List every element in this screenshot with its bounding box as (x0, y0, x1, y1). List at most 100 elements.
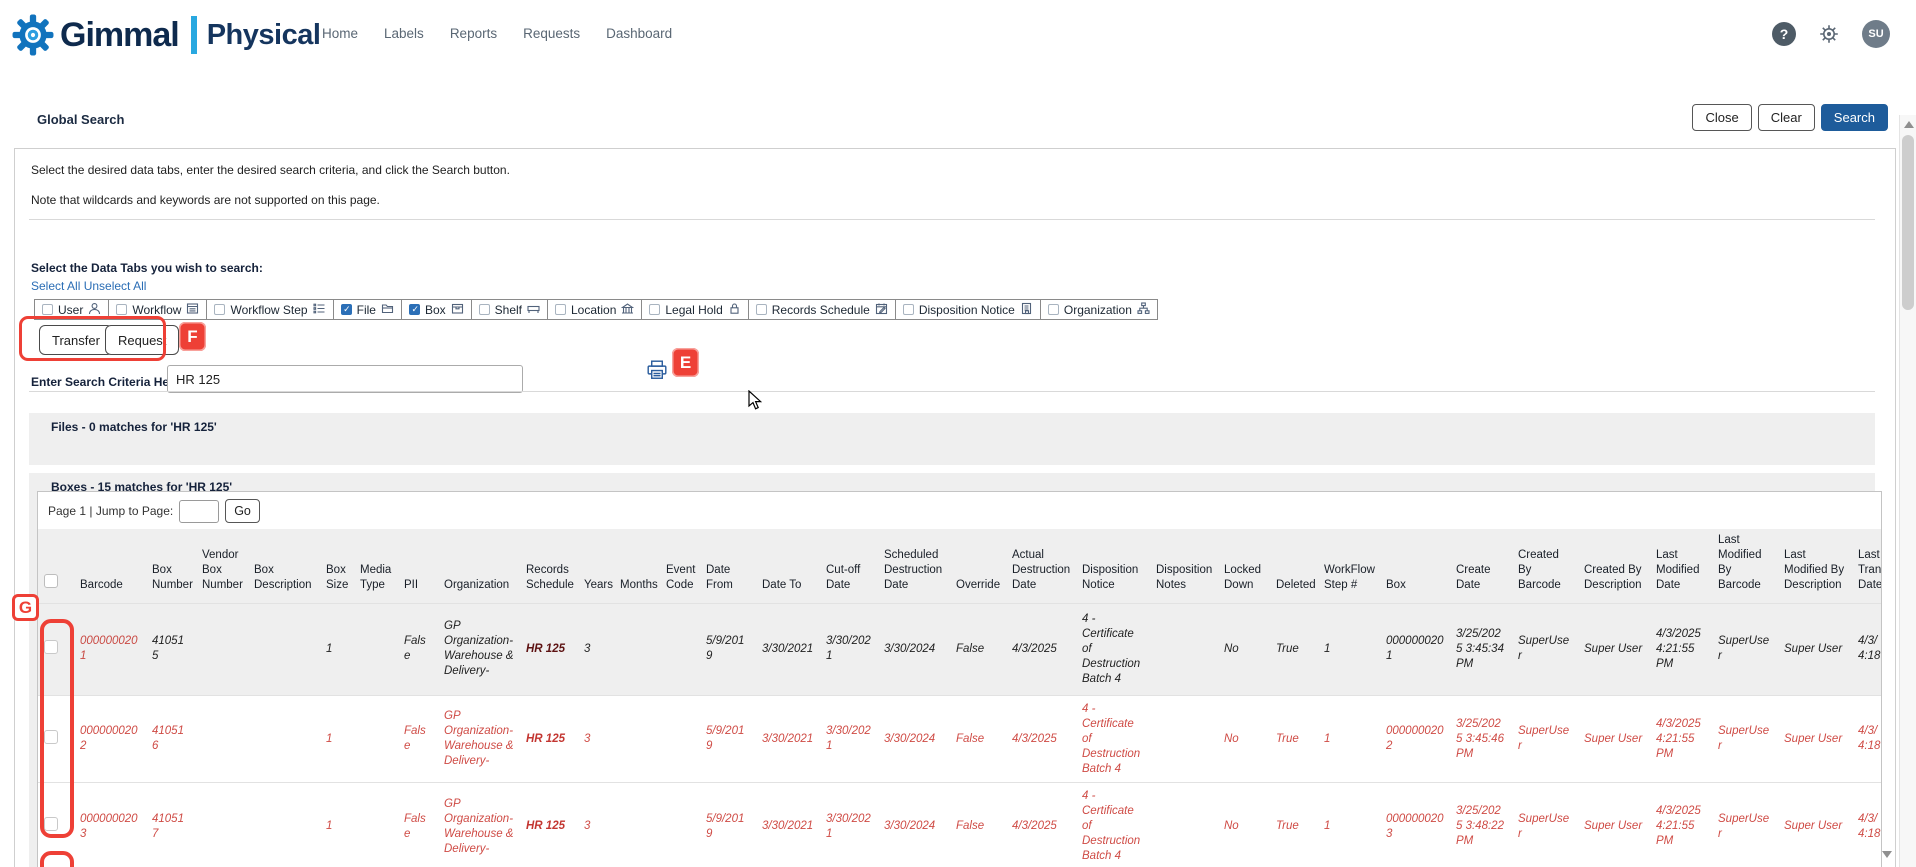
checkbox[interactable] (409, 304, 420, 315)
column-header: Box (1380, 529, 1450, 603)
column-header: Deleted (1270, 529, 1318, 603)
table-cell: 1 (1318, 695, 1380, 783)
table-row: 00000002034105171FalseGP Organization-Wa… (38, 783, 1882, 867)
legal-hold-icon (728, 302, 741, 318)
table-cell: 1 (320, 603, 354, 695)
table-cell (660, 603, 700, 695)
column-header: Last Modified Date (1650, 529, 1712, 603)
checkbox[interactable] (214, 304, 225, 315)
checkbox[interactable] (42, 304, 53, 315)
table-cell: 1 (1318, 603, 1380, 695)
print-icon[interactable] (646, 359, 668, 381)
scrollbar-thumb[interactable] (1902, 135, 1914, 310)
column-header: Months (614, 529, 660, 603)
select-all-checkbox[interactable] (44, 574, 58, 588)
table-cell: True (1270, 783, 1318, 867)
table-cell: Super User (1578, 783, 1650, 867)
data-tab-shelf[interactable]: Shelf (471, 299, 548, 320)
column-header: Barcode (74, 529, 146, 603)
nav-item-home[interactable]: Home (322, 26, 358, 41)
table-cell (196, 695, 248, 783)
column-header: Vendor Box Number (196, 529, 248, 603)
brand: Gimmal Physical (12, 14, 320, 56)
vertical-scrollbar[interactable] (1899, 115, 1916, 867)
table-cell: 410515 (146, 603, 196, 695)
checkbox[interactable] (649, 304, 660, 315)
help-icon[interactable]: ? (1772, 22, 1796, 46)
select-all-header (38, 529, 74, 603)
user-avatar[interactable]: SU (1862, 20, 1890, 48)
checkbox[interactable] (116, 304, 127, 315)
app-header: Gimmal Physical Home Labels Reports Request… (0, 0, 1916, 70)
table-cell: No (1218, 783, 1270, 867)
records-schedule-cell: HR 125 (520, 783, 578, 867)
jump-to-page-input[interactable] (179, 500, 219, 523)
nav-item-reports[interactable]: Reports (450, 26, 497, 41)
checkbox[interactable] (479, 304, 490, 315)
data-tab-file[interactable]: File (333, 299, 402, 320)
data-tab-disposition-notice[interactable]: Disposition Notice (895, 299, 1041, 320)
search-criteria-label: Enter Search Criteria Here: (31, 375, 184, 389)
instruction-line-1: Select the desired data tabs, enter the … (31, 163, 510, 177)
inner-scrollbar-down-arrow-icon[interactable] (1882, 851, 1892, 858)
nav-item-dashboard[interactable]: Dashboard (606, 26, 672, 41)
settings-gear-icon[interactable] (1818, 23, 1840, 45)
boxes-results-table: BarcodeBox NumberVendor Box NumberBox De… (38, 529, 1882, 867)
nav-item-requests[interactable]: Requests (523, 26, 580, 41)
clear-button[interactable]: Clear (1758, 104, 1815, 131)
table-cell (196, 783, 248, 867)
data-tab-label: Legal Hold (665, 303, 722, 317)
data-tab-legal-hold[interactable]: Legal Hold (641, 299, 748, 320)
checkbox[interactable] (756, 304, 767, 315)
table-cell (660, 783, 700, 867)
scrollbar-up-arrow-icon[interactable] (1904, 121, 1914, 128)
search-button[interactable]: Search (1821, 104, 1888, 131)
table-cell (248, 603, 320, 695)
table-cell: Super User (1578, 695, 1650, 783)
data-tab-label: Box (425, 303, 446, 317)
unselect-all-link[interactable]: Unselect All (84, 279, 147, 293)
table-cell: SuperUser (1712, 783, 1778, 867)
checkbox[interactable] (903, 304, 914, 315)
data-tab-records-schedule[interactable]: Records Schedule (748, 299, 896, 320)
search-criteria-input[interactable] (167, 365, 523, 393)
data-tab-organization[interactable]: Organization (1040, 299, 1158, 320)
table-cell: 0000000203 (1380, 783, 1450, 867)
column-header: Records Schedule (520, 529, 578, 603)
annotation-box-row-checkboxes-clipped (40, 851, 74, 867)
table-cell: SuperUser (1712, 603, 1778, 695)
table-row: 00000002014105151FalseGP Organization-Wa… (38, 603, 1882, 695)
go-button[interactable]: Go (225, 499, 260, 523)
box-icon (451, 302, 464, 318)
data-tab-workflow-step[interactable]: Workflow Step (206, 299, 333, 320)
data-tab-location[interactable]: Location (547, 299, 642, 320)
table-cell: GP Organization-Warehouse & Delivery- (438, 695, 520, 783)
data-tab-strip: UserWorkflowWorkflow StepFileBoxShelfLoc… (35, 299, 1158, 320)
instruction-line-2: Note that wildcards and keywords are not… (31, 193, 380, 207)
workflow-step-icon (313, 302, 326, 318)
table-cell: 3/30/2024 (878, 603, 950, 695)
table-cell (354, 783, 398, 867)
table-cell: 5/9/2019 (700, 695, 756, 783)
location-icon (621, 302, 634, 318)
table-cell: 4/3/ 4:18 (1852, 603, 1882, 695)
table-cell: 4 - Certificate of Destruction Batch 4 (1076, 695, 1150, 783)
column-header: Box Description (248, 529, 320, 603)
records-schedule-icon (875, 302, 888, 318)
barcode-link[interactable]: 0000000202 (74, 695, 146, 783)
barcode-link[interactable]: 0000000203 (74, 783, 146, 867)
table-cell (248, 783, 320, 867)
data-tab-label: Workflow (132, 303, 181, 317)
close-button[interactable]: Close (1692, 104, 1751, 131)
checkbox[interactable] (341, 304, 352, 315)
checkbox[interactable] (1048, 304, 1059, 315)
annotation-letter-e: E (672, 348, 699, 377)
table-cell: 3 (578, 783, 614, 867)
data-tab-box[interactable]: Box (401, 299, 472, 320)
barcode-link[interactable]: 0000000201 (74, 603, 146, 695)
column-header: Disposition Notes (1150, 529, 1218, 603)
nav-item-labels[interactable]: Labels (384, 26, 424, 41)
checkbox[interactable] (555, 304, 566, 315)
select-all-link[interactable]: Select All (31, 279, 80, 293)
table-cell: 3/30/2021 (820, 695, 878, 783)
